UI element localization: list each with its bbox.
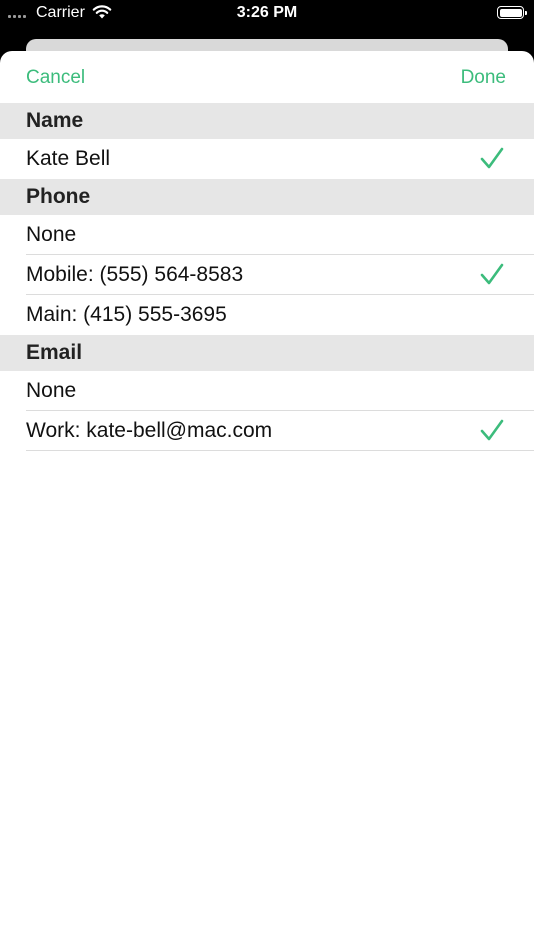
section-header-phone: Phone — [0, 179, 534, 215]
name-row[interactable]: Kate Bell — [0, 139, 534, 179]
done-button[interactable]: Done — [461, 67, 506, 89]
battery-icon — [497, 6, 527, 19]
navigation-bar: Cancel Done — [0, 51, 534, 103]
checkmark-icon — [480, 147, 504, 169]
row-label: None — [26, 379, 77, 402]
row-label: Mobile: (555) 564-8583 — [26, 263, 244, 286]
cancel-button[interactable]: Cancel — [26, 67, 85, 89]
phone-row-none[interactable]: None — [0, 215, 534, 255]
email-row-none[interactable]: None — [0, 371, 534, 411]
status-bar: Carrier 3:26 PM — [0, 0, 534, 30]
section-header-name: Name — [0, 103, 534, 139]
phone-row-mobile[interactable]: Mobile: (555) 564-8583 — [0, 255, 534, 295]
checkmark-icon — [480, 263, 504, 285]
row-label: Work: kate-bell@mac.com — [26, 419, 273, 442]
row-label: None — [26, 223, 77, 246]
row-label: Kate Bell — [26, 147, 111, 170]
row-label: Main: (415) 555-3695 — [26, 303, 227, 326]
status-time: 3:26 PM — [236, 4, 298, 21]
email-row-work[interactable]: Work: kate-bell@mac.com — [0, 411, 534, 451]
checkmark-icon — [480, 419, 504, 441]
section-header-email: Email — [0, 335, 534, 371]
phone-row-main[interactable]: Main: (415) 555-3695 — [0, 295, 534, 335]
contact-picker-sheet: Cancel Done Name Kate Bell Phone None Mo… — [0, 51, 534, 950]
